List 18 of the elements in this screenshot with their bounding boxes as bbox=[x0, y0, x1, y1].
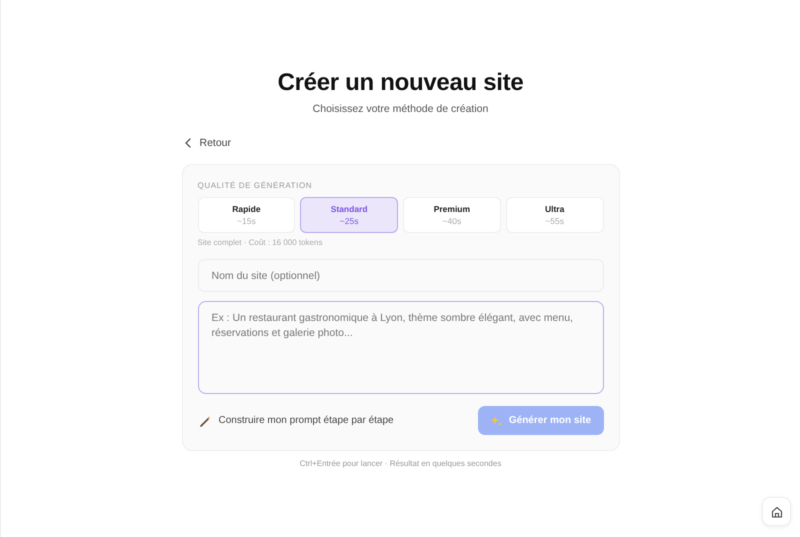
quality-option[interactable]: Premium ~40s bbox=[403, 197, 501, 233]
quality-option[interactable]: Rapide ~15s bbox=[198, 197, 296, 233]
magic-wand-icon bbox=[200, 414, 212, 426]
page-subtitle: Choisissez votre méthode de création bbox=[312, 103, 490, 115]
home-button[interactable] bbox=[762, 497, 791, 526]
quality-option[interactable]: Ultra ~55s bbox=[506, 197, 604, 233]
site-name-field[interactable]: Nom du site (optionnel) bbox=[198, 259, 604, 292]
page-title: Créer un nouveau site bbox=[276, 68, 524, 98]
sparkles-icon bbox=[490, 414, 502, 426]
back-link[interactable]: Retour bbox=[184, 137, 232, 149]
chevron-left-icon bbox=[184, 138, 190, 148]
prompt-builder-link[interactable]: Construire mon prompt étape par étape bbox=[200, 414, 394, 426]
prompt-field[interactable]: Ex : Un restaurant gastronomique à Lyon, thème sombre élégant, avec menu, réservations et galerie photo... bbox=[198, 301, 604, 394]
quality-option[interactable]: Standard ~25s bbox=[300, 197, 398, 233]
section-label: QUALITÉ DE GÉNÉRATION bbox=[198, 181, 314, 190]
home-icon bbox=[770, 506, 782, 518]
hint-text: Ctrl+Entrée pour lancer · Résultat en quelques secondes bbox=[298, 459, 502, 468]
cost-note: Site complet · Coût : 16 000 tokens bbox=[198, 238, 324, 247]
